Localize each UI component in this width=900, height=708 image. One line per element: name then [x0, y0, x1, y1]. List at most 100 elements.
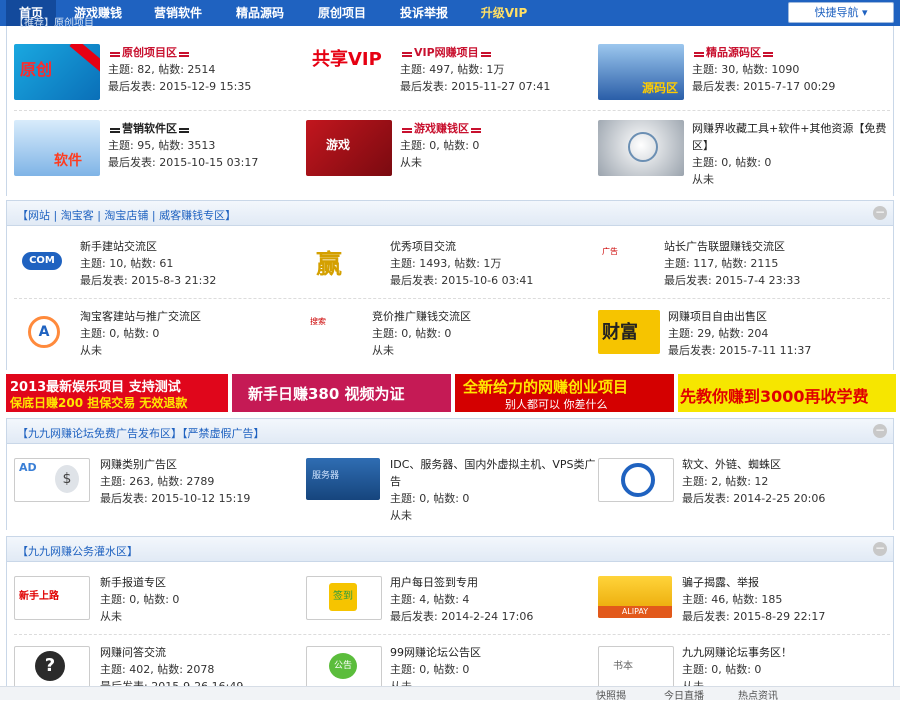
- forum-name[interactable]: 站长广告联盟赚钱交流区: [664, 238, 800, 255]
- forum-thumbnail[interactable]: 原创: [14, 44, 100, 100]
- forum-last-post[interactable]: 最后发表: 2015-10-15 03:17: [108, 154, 258, 171]
- nav-marketing-software[interactable]: 营销软件: [142, 0, 214, 26]
- nav-original-projects[interactable]: 原创项目: [306, 0, 378, 26]
- forum-thumbnail[interactable]: 服务器: [306, 458, 380, 500]
- forum-name[interactable]: 新手建站交流区: [80, 238, 216, 255]
- forum-name[interactable]: 网赚类别广告区: [100, 456, 250, 473]
- forum-last-post[interactable]: 最后发表: 2015-7-4 23:33: [664, 272, 800, 289]
- forum-thumbnail[interactable]: 源码区: [598, 44, 684, 100]
- collapse-icon[interactable]: −: [873, 542, 887, 556]
- bottom-item[interactable]: 快照揭: [596, 687, 626, 702]
- collapse-icon[interactable]: −: [873, 424, 887, 438]
- forum-thumbnail[interactable]: A: [14, 310, 88, 352]
- forum-thumbnail[interactable]: 财富: [598, 310, 660, 354]
- forum-thumbnail[interactable]: 搜索: [306, 310, 380, 352]
- forum-free-resources[interactable]: 网赚界收藏工具+软件+其他资源【免费区】 主题: 0, 帖数: 0 从未: [598, 120, 894, 186]
- forum-scam-report[interactable]: ALIPAY 骗子揭露、举报 主题: 46, 帖数: 185 最后发表: 201…: [598, 574, 878, 638]
- forum-marketing-software[interactable]: 软件 营销软件区 主题: 95, 帖数: 3513 最后发表: 2015-10-…: [14, 120, 294, 184]
- forum-taobaoke[interactable]: A 淘宝客建站与推广交流区 主题: 0, 帖数: 0 从未: [14, 308, 294, 372]
- forum-thumbnail[interactable]: 软件: [14, 120, 100, 176]
- forum-name[interactable]: 99网赚论坛公告区: [390, 644, 481, 661]
- forum-name[interactable]: 骗子揭露、举报: [682, 574, 825, 591]
- ad-banner-2[interactable]: 新手日赚380 视频为证: [232, 374, 451, 412]
- forum-thumbnail[interactable]: COM: [14, 240, 88, 282]
- forum-thumbnail[interactable]: 书本: [598, 646, 674, 690]
- nav-upgrade-vip[interactable]: 升级VIP: [468, 0, 540, 26]
- forum-last-post[interactable]: 最后发表: 2015-10-12 15:19: [100, 490, 250, 507]
- book-icon: 书本: [613, 661, 633, 672]
- forum-name[interactable]: 新手报道专区: [100, 574, 179, 591]
- forum-quality-source[interactable]: 源码区 精品源码区 主题: 30, 帖数: 1090 最后发表: 2015-7-…: [598, 44, 878, 108]
- forum-last-post[interactable]: 最后发表: 2015-8-29 22:17: [682, 608, 825, 625]
- forum-stats: 主题: 2, 帖数: 12: [682, 475, 769, 488]
- forum-thumbnail[interactable]: 共享VIP: [306, 44, 392, 100]
- forum-project-sale[interactable]: 财富 网赚项目自由出售区 主题: 29, 帖数: 204 最后发表: 2015-…: [598, 308, 878, 372]
- com-icon: COM: [22, 252, 62, 270]
- nav-complaints[interactable]: 投诉举报: [388, 0, 460, 26]
- collapse-icon[interactable]: −: [873, 206, 887, 220]
- forum-name[interactable]: 营销软件区: [122, 122, 177, 135]
- forum-name[interactable]: 游戏赚钱区: [414, 122, 469, 135]
- forum-bidding-promo[interactable]: 搜索 竞价推广赚钱交流区 主题: 0, 帖数: 0 从未: [306, 308, 586, 372]
- forum-game-earn[interactable]: 游戏 游戏赚钱区 主题: 0, 帖数: 0 从未: [306, 120, 586, 184]
- forum-ad-alliance[interactable]: 广告 站长广告联盟赚钱交流区 主题: 117, 帖数: 2115 最后发表: 2…: [598, 238, 878, 302]
- forum-name[interactable]: 软文、外链、蜘蛛区: [682, 456, 825, 473]
- quick-nav-button[interactable]: 快捷导航 ▾: [788, 2, 894, 23]
- forum-name[interactable]: 竞价推广赚钱交流区: [372, 308, 471, 325]
- ad-banner-1[interactable]: 2013最新娱乐项目 支持测试 保底日赚200 担保交易 无效退款: [6, 374, 228, 412]
- bottom-toolbar: 快照揭 今日直播 热点资讯: [0, 686, 900, 702]
- forum-ad-category[interactable]: AD $ 网赚类别广告区 主题: 263, 帖数: 2789 最后发表: 201…: [14, 456, 294, 520]
- forum-daily-signin[interactable]: 签到 用户每日签到专用 主题: 4, 帖数: 4 最后发表: 2014-2-24…: [306, 574, 586, 638]
- forum-thumbnail[interactable]: ALIPAY: [598, 576, 672, 618]
- forum-name[interactable]: 优秀项目交流: [390, 238, 533, 255]
- wealth-icon: 财富: [602, 322, 638, 343]
- forum-articles-links[interactable]: 软文、外链、蜘蛛区 主题: 2, 帖数: 12 最后发表: 2014-2-25 …: [598, 456, 878, 520]
- forum-thumbnail[interactable]: AD $: [14, 458, 90, 502]
- forum-last-post[interactable]: 最后发表: 2015-8-3 21:32: [80, 272, 216, 289]
- forum-thumbnail[interactable]: [598, 120, 684, 176]
- forum-name[interactable]: VIP网赚项目: [414, 46, 479, 59]
- forum-thumbnail[interactable]: [598, 458, 674, 502]
- bottom-item[interactable]: 今日直播: [664, 687, 704, 702]
- forum-last-post[interactable]: 最后发表: 2015-11-27 07:41: [400, 78, 550, 95]
- forum-name[interactable]: 网赚界收藏工具+软件+其他资源【免费区】: [692, 120, 892, 154]
- ad-banner-3[interactable]: 全新给力的网赚创业项目 别人都可以 你差什么: [455, 374, 674, 412]
- mark-icon: [110, 128, 120, 130]
- forum-thumbnail[interactable]: 签到: [306, 576, 382, 620]
- forum-name[interactable]: 精品源码区: [706, 46, 761, 59]
- forum-last-post: 从未: [692, 173, 714, 186]
- section-header-ads: 【九九网赚论坛免费广告发布区】【严禁虚假广告】 −: [6, 418, 894, 444]
- forum-last-post[interactable]: 最后发表: 2014-2-24 17:06: [390, 608, 533, 625]
- forum-thumbnail[interactable]: 广告: [598, 240, 672, 282]
- forum-last-post[interactable]: 最后发表: 2015-12-9 15:35: [108, 78, 251, 95]
- forum-thumbnail[interactable]: 游戏: [306, 120, 392, 176]
- forum-thumbnail[interactable]: 赢: [306, 240, 380, 282]
- forum-vip-projects[interactable]: 共享VIP VIP网赚项目 主题: 497, 帖数: 1万 最后发表: 2015…: [306, 44, 586, 108]
- forum-last-post[interactable]: 最后发表: 2014-2-25 20:06: [682, 490, 825, 507]
- forum-name[interactable]: 网赚问答交流: [100, 644, 243, 661]
- row-divider: [14, 110, 890, 111]
- forum-name[interactable]: IDC、服务器、国内外虚拟主机、VPS类广告: [390, 456, 596, 490]
- forum-name[interactable]: 原创项目区: [122, 46, 177, 59]
- nav-quality-source[interactable]: 精品源码: [224, 0, 296, 26]
- forum-name[interactable]: 用户每日签到专用: [390, 574, 533, 591]
- forum-site-building[interactable]: COM 新手建站交流区 主题: 10, 帖数: 61 最后发表: 2015-8-…: [14, 238, 294, 302]
- money-bag-icon: $: [55, 465, 79, 493]
- forum-original-projects[interactable]: 原创 原创项目区 主题: 82, 帖数: 2514 最后发表: 2015-12-…: [14, 44, 294, 108]
- forum-name[interactable]: 九九网赚论坛事务区！: [682, 644, 792, 661]
- bottom-item[interactable]: 热点资讯: [738, 687, 778, 702]
- forum-name[interactable]: 淘宝客建站与推广交流区: [80, 308, 201, 325]
- forum-last-post[interactable]: 最后发表: 2015-10-6 03:41: [390, 272, 533, 289]
- forum-stats: 主题: 95, 帖数: 3513: [108, 139, 216, 152]
- forum-name[interactable]: 网赚项目自由出售区: [668, 308, 811, 325]
- forum-last-post[interactable]: 最后发表: 2015-7-17 00:29: [692, 78, 835, 95]
- forum-newbie-report[interactable]: 新手上路 新手报道专区 主题: 0, 帖数: 0 从未: [14, 574, 294, 638]
- forum-thumbnail[interactable]: 新手上路: [14, 576, 90, 620]
- forum-last-post[interactable]: 最后发表: 2015-7-11 11:37: [668, 342, 811, 359]
- forum-thumbnail[interactable]: ?: [14, 646, 90, 690]
- forum-excellent-projects[interactable]: 赢 优秀项目交流 主题: 1493, 帖数: 1万 最后发表: 2015-10-…: [306, 238, 586, 302]
- forum-stats: 主题: 10, 帖数: 61: [80, 257, 174, 270]
- forum-idc-hosting[interactable]: 服务器 IDC、服务器、国内外虚拟主机、VPS类广告 主题: 0, 帖数: 0 …: [306, 456, 596, 522]
- forum-thumbnail[interactable]: 公告: [306, 646, 382, 690]
- ad-banner-4[interactable]: 先教你赚到3000再收学费: [678, 374, 896, 412]
